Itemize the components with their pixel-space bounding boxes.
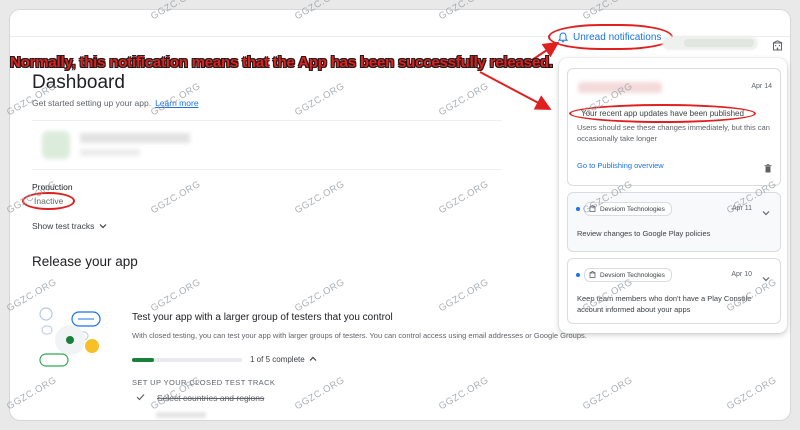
app-package-blurred xyxy=(80,149,140,156)
show-test-tracks-label: Show test tracks xyxy=(32,221,95,231)
notification-message: Review changes to Google Play policies xyxy=(577,229,711,238)
chevron-down-icon[interactable] xyxy=(762,203,770,221)
chevron-down-icon xyxy=(99,221,107,231)
annotation-text: Normally, this notification means that t… xyxy=(10,54,553,71)
testers-illustration xyxy=(38,304,104,370)
task-blurred xyxy=(156,412,206,418)
setup-progress-bar xyxy=(132,358,242,362)
progress-toggle[interactable]: 1 of 5 complete xyxy=(250,355,317,364)
progress-text: 1 of 5 complete xyxy=(250,355,305,364)
chevron-up-icon xyxy=(309,355,317,364)
trash-icon[interactable] xyxy=(764,160,772,178)
app-icon-blurred xyxy=(42,131,70,159)
unread-dot xyxy=(576,273,580,277)
closed-test-title: Test your app with a larger group of tes… xyxy=(132,312,393,323)
building-icon xyxy=(589,270,596,280)
publishing-overview-link[interactable]: Go to Publishing overview xyxy=(577,161,664,170)
sender-name: Devsiom Technologies xyxy=(600,271,665,279)
unread-dot xyxy=(576,207,580,211)
unread-notifications-button[interactable]: Unread notifications xyxy=(548,24,674,50)
app-name-blurred xyxy=(80,133,190,143)
building-icon[interactable] xyxy=(772,38,783,56)
notification-date: Apr 10 xyxy=(731,271,752,278)
show-test-tracks-toggle[interactable]: Show test tracks xyxy=(32,221,107,231)
closed-test-description: With closed testing, you can test your a… xyxy=(132,331,587,340)
notification-date: Apr 14 xyxy=(751,83,772,90)
notification-card[interactable]: Apr 14 Your recent app updates have been… xyxy=(567,68,781,186)
notification-body: Users should see these changes immediate… xyxy=(577,123,770,143)
account-name-blurred xyxy=(684,39,754,47)
check-icon xyxy=(136,393,145,403)
unread-notifications-label: Unread notifications xyxy=(573,31,662,43)
subtitle-text: Get started setting up your app. xyxy=(32,98,152,108)
release-section-title: Release your app xyxy=(32,254,138,269)
setup-heading: SET UP YOUR CLOSED TEST TRACK xyxy=(132,378,276,387)
app-summary-blurred xyxy=(32,120,502,170)
top-bar xyxy=(10,10,790,37)
sender-name: Devsiom Technologies xyxy=(600,205,665,213)
bell-icon xyxy=(558,31,568,43)
setup-progress-fill xyxy=(132,358,154,362)
